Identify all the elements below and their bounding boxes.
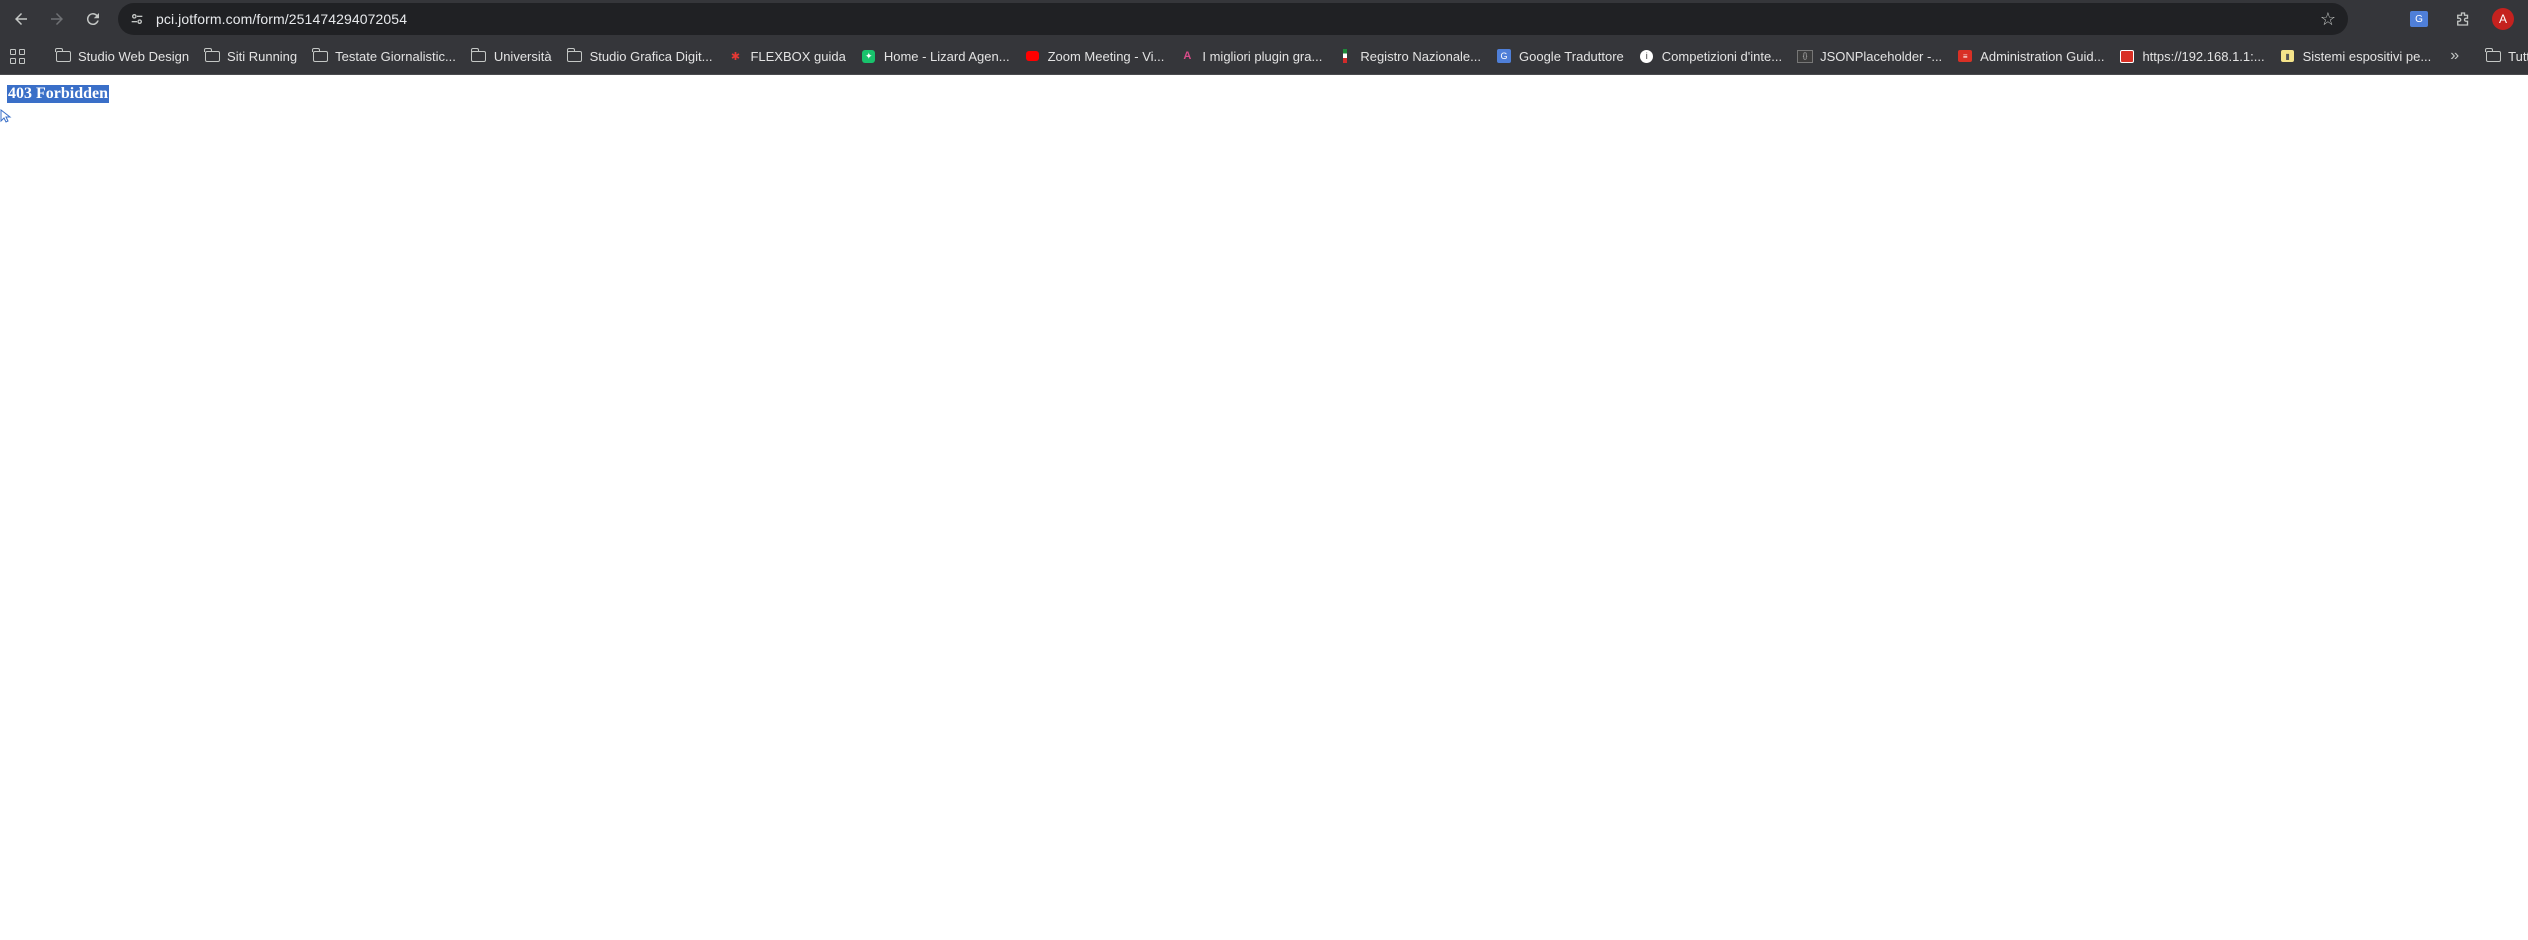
bookmark-google-traduttore[interactable]: G Google Traduttore [1490,42,1630,70]
bookmark-star-icon[interactable]: ☆ [2320,9,2336,30]
bookmark-label: Siti Running [227,48,298,64]
reload-icon [86,13,99,26]
bookmark-label: Zoom Meeting - Vi... [1047,48,1165,64]
profile-avatar[interactable]: A [2492,8,2514,30]
puzzle-icon [2457,12,2469,26]
bookmark-label: Sistemi espositivi pe... [2302,48,2432,64]
youtube-favicon-icon [1025,48,1041,64]
tune-icon [131,14,143,24]
folder-icon [55,47,71,64]
bookmark-competizioni[interactable]: i Competizioni d'inte... [1633,42,1788,70]
translate-extension-icon: G [2410,11,2428,27]
all-bookmarks-label: Tutti i prefe [2508,48,2528,64]
back-arrow-icon [15,13,27,25]
circle-favicon-icon: i [1639,48,1655,64]
reload-button[interactable] [78,4,108,34]
translate-extension-button[interactable]: G [2404,4,2434,34]
bookmark-registro-nazionale[interactable]: Registro Nazionale... [1331,42,1487,70]
bookmark-label: Home - Lizard Agen... [883,48,1010,64]
address-bar[interactable]: pci.jotform.com/form/251474294072054 ☆ [118,3,2348,35]
url-text[interactable]: pci.jotform.com/form/251474294072054 [156,11,407,27]
bookmark-migliori-plugin[interactable]: A I migliori plugin gra... [1173,42,1328,70]
bookmark-label: JSONPlaceholder -... [1820,48,1943,64]
forward-arrow-icon [51,13,63,25]
bookmark-flexbox-guida[interactable]: ✱ FLEXBOX guida [721,42,851,70]
mouse-cursor-icon [0,109,12,123]
bookmark-studio-grafica[interactable]: Studio Grafica Digit... [561,42,719,70]
page-content: 403 Forbidden [0,75,2528,940]
bookmark-label: Administration Guid... [1980,48,2105,64]
bookmark-sistemi-espositivi[interactable]: ▮ Sistemi espositivi pe... [2274,42,2438,70]
bookmark-label: Google Traduttore [1519,48,1624,64]
bookmarks-overflow-icon[interactable]: » [2450,47,2459,65]
bookmark-universita[interactable]: Università [465,42,558,70]
bookmark-label: I migliori plugin gra... [1202,48,1323,64]
bookmark-studio-web-design[interactable]: Studio Web Design [49,42,195,70]
back-button[interactable] [6,4,36,34]
bookmark-label: FLEXBOX guida [750,48,846,64]
bookmark-lizard-agency[interactable]: ✦ Home - Lizard Agen... [855,42,1016,70]
folder-icon [470,47,487,64]
bookmark-label: Università [493,48,552,64]
flexbox-favicon-icon: ✱ [730,50,741,63]
folder-icon [2485,47,2501,64]
bookmark-label: Studio Web Design [78,48,190,64]
bookmark-testate-giornalistiche[interactable]: Testate Giornalistic... [306,42,462,70]
folder-icon [566,47,583,64]
site-info-button[interactable] [124,6,150,32]
bookmark-jsonplaceholder[interactable]: {} JSONPlaceholder -... [1791,42,1948,70]
bookmark-label: Studio Grafica Digit... [589,48,713,64]
browser-toolbar: pci.jotform.com/form/251474294072054 ☆ G… [0,0,2528,38]
bookmark-siti-running[interactable]: Siti Running [198,42,303,70]
lizard-favicon-icon: ✦ [861,48,877,64]
bookmark-label: Testate Giornalistic... [335,48,456,64]
router-favicon-icon [2119,48,2135,64]
folder-icon [312,47,328,64]
bookmark-label: Competizioni d'inte... [1661,48,1783,64]
yellow-favicon-icon: ▮ [2280,48,2296,64]
bookmark-label: Registro Nazionale... [1360,48,1481,64]
error-heading: 403 Forbidden [7,85,110,103]
italy-flag-favicon-icon [1337,48,1353,64]
apps-grid-icon[interactable] [10,45,25,67]
folder-icon [204,47,220,64]
extensions-button[interactable] [2448,4,2478,34]
all-bookmarks-folder[interactable]: Tutti i prefe [2479,42,2528,70]
bookmark-router-192[interactable]: https://192.168.1.1:... [2113,42,2270,70]
bookmarks-bar: Studio Web Design Siti Running Testate G… [0,38,2528,75]
toolbar-right: G A [2404,0,2528,38]
bookmark-administration-guide[interactable]: ≡ Administration Guid... [1951,42,2110,70]
a-favicon-icon: A [1183,50,1192,62]
bookmark-label: https://192.168.1.1:... [2142,48,2265,64]
google-translate-favicon-icon: G [1496,48,1512,64]
admin-favicon-icon: ≡ [1957,48,1973,64]
forward-button[interactable] [42,4,72,34]
json-favicon-icon: {} [1797,48,1814,64]
bookmark-zoom-meeting[interactable]: Zoom Meeting - Vi... [1019,42,1171,70]
